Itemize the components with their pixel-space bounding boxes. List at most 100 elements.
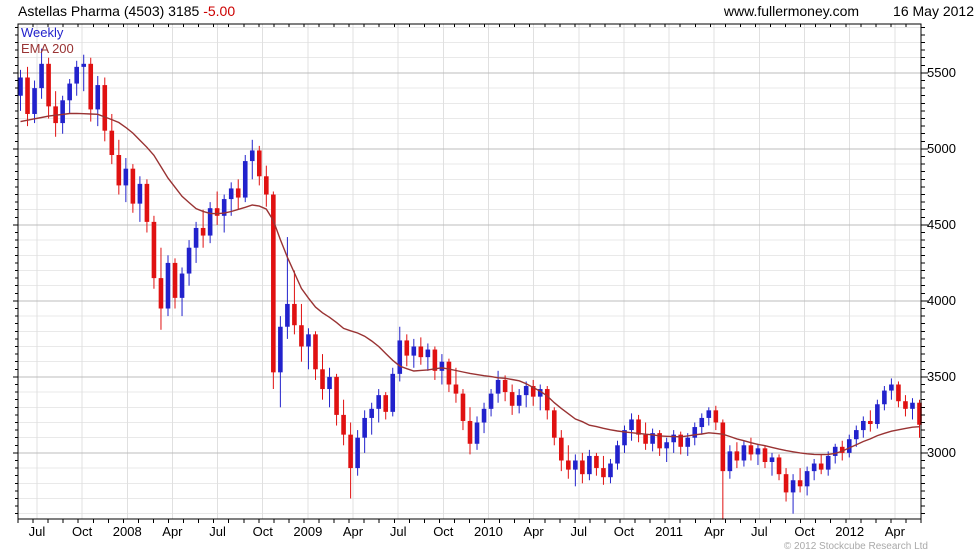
candle-up (249, 150, 255, 162)
candle-down (580, 460, 585, 475)
candle-up (179, 273, 185, 298)
candle-up (193, 227, 199, 248)
candle-down (797, 480, 803, 487)
candle-down (896, 384, 901, 402)
candle-down (200, 227, 206, 236)
candle-down (453, 384, 459, 394)
candle-down (446, 361, 452, 385)
candle-down (341, 414, 346, 435)
y-axis-label: 4500 (927, 217, 956, 233)
candle-up (573, 460, 578, 470)
candle-down (601, 468, 606, 478)
candle-up (369, 408, 374, 418)
candle-down (903, 401, 908, 409)
candle-up (18, 77, 23, 96)
candle-down (818, 463, 824, 470)
x-axis-label: Oct (433, 524, 454, 539)
candle-down (594, 455, 599, 469)
candle-up (327, 376, 332, 390)
candle-down (636, 419, 641, 435)
candle-up (882, 390, 887, 405)
candle-up (362, 417, 367, 438)
candle-down (551, 410, 557, 438)
candle-up (228, 188, 234, 200)
candle-up (755, 448, 761, 455)
y-axis-label: 3000 (927, 445, 956, 461)
candle-up (769, 457, 775, 463)
candle-down (467, 420, 473, 444)
candle-down (158, 278, 164, 309)
candle-up (790, 480, 796, 493)
candle-down (109, 130, 115, 156)
copyright-notice: © 2012 Stockcube Research Ltd (783, 541, 928, 552)
candle-up (699, 417, 705, 428)
candle-down (334, 376, 339, 415)
x-axis-label: Apr (884, 524, 905, 539)
candle-up (481, 408, 487, 423)
candle-down (460, 393, 466, 421)
x-axis-label: Jul (209, 524, 226, 539)
x-axis-label: 2011 (655, 524, 684, 539)
candle-up (608, 463, 613, 478)
x-axis-label: 2010 (473, 524, 503, 539)
candle-down (783, 474, 789, 493)
x-axis-label: Oct (252, 524, 273, 539)
candle-up (32, 88, 37, 114)
candle-down (383, 395, 389, 412)
candle-up (832, 446, 838, 456)
candle-up (285, 303, 290, 327)
x-axis-label: Jul (751, 524, 768, 539)
candle-up (123, 168, 129, 186)
candle-down (299, 325, 304, 347)
candle-down (762, 448, 768, 463)
candles (18, 48, 922, 520)
candle-up (495, 379, 501, 394)
x-axis-label: Apr (162, 524, 183, 539)
candle-down (313, 334, 318, 370)
candle-down (432, 349, 438, 371)
candle-down (320, 369, 325, 390)
x-axis-label: Oct (71, 524, 93, 539)
candle-down (264, 176, 269, 195)
x-axis-label: 2008 (112, 524, 142, 539)
candle-up (137, 183, 143, 204)
candle-up (587, 455, 592, 475)
x-axis-label: Oct (613, 524, 635, 539)
candle-up (825, 455, 831, 470)
candle-up (390, 373, 396, 412)
x-axis-label: Apr (523, 524, 544, 539)
candle-down (144, 183, 150, 222)
candle-down (256, 150, 262, 177)
candle-up (727, 451, 733, 472)
x-axis-label: Apr (704, 524, 725, 539)
candle-down (235, 188, 241, 198)
candle-down (734, 451, 740, 461)
y-axis-label: 5000 (927, 141, 956, 157)
candle-up (411, 346, 417, 356)
timeframe-label: Weekly (21, 25, 64, 40)
candle-down (404, 340, 410, 356)
x-axis-label: 2012 (835, 524, 865, 539)
candle-up (889, 384, 894, 391)
candle-up (60, 100, 65, 124)
candle-down (46, 63, 51, 107)
candle-up (875, 404, 880, 425)
candle-down (116, 155, 122, 186)
candle-up (376, 395, 381, 409)
candle-up (439, 361, 445, 371)
candle-down (102, 85, 108, 131)
candle-down (502, 379, 508, 393)
candle-up (306, 334, 311, 347)
candle-up (516, 395, 522, 406)
x-axis-label: Jul (389, 524, 407, 539)
candle-down (748, 445, 754, 455)
candle-up (741, 445, 747, 461)
candle-up (910, 402, 915, 409)
candle-up (861, 420, 866, 431)
candle-down (25, 77, 30, 114)
candle-down (172, 262, 178, 298)
candle-up (615, 445, 620, 464)
candle-up (397, 340, 403, 374)
candle-down (292, 303, 297, 326)
candle-down (130, 168, 136, 204)
